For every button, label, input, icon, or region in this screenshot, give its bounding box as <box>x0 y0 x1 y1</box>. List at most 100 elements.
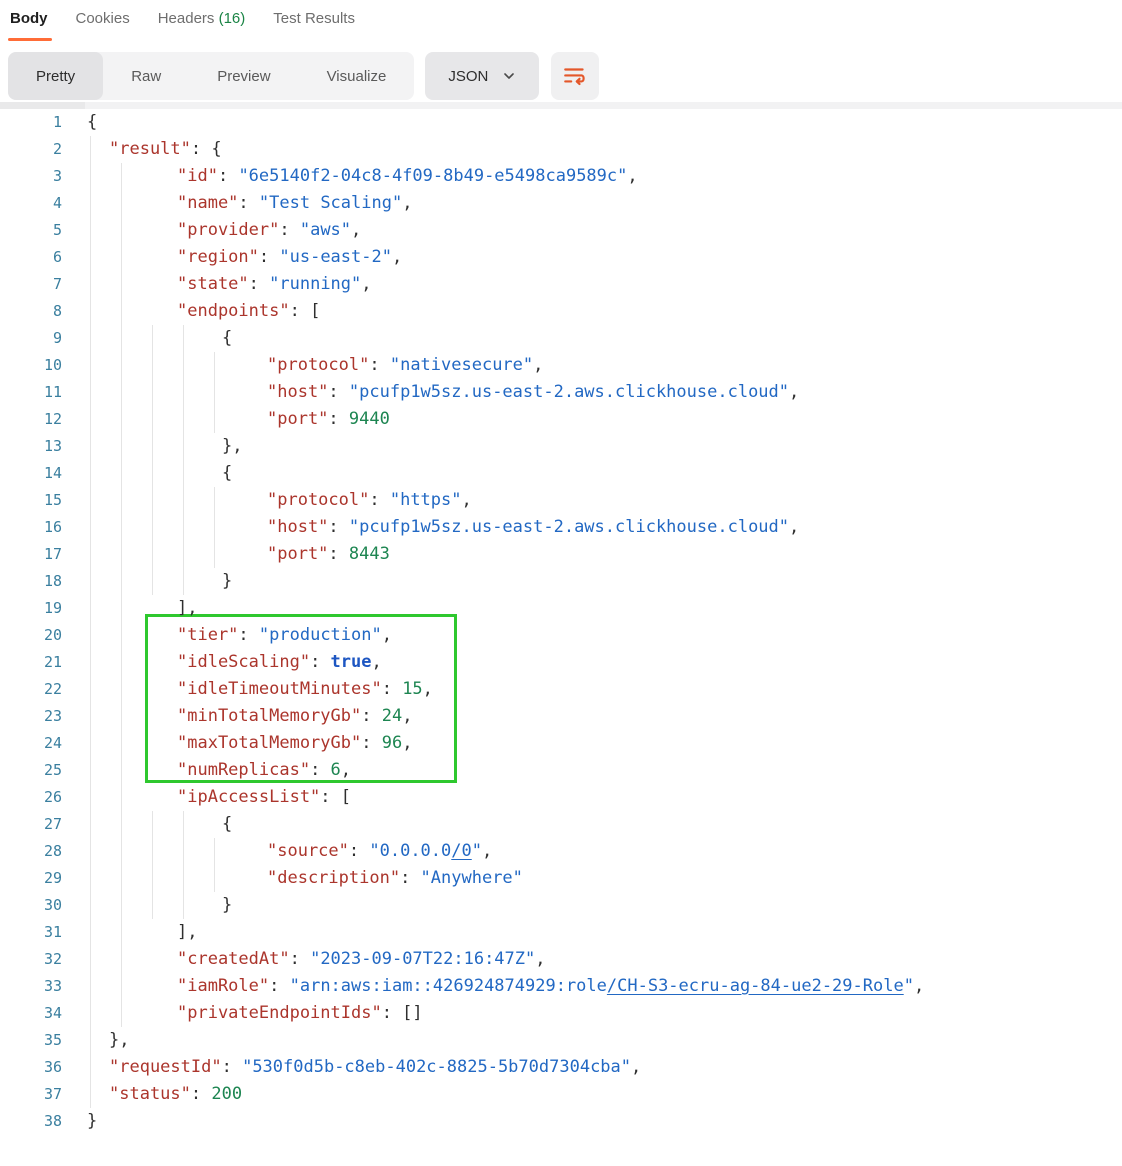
indent-guide <box>183 892 184 919</box>
code-line: 17"port": 8443 <box>0 541 1122 568</box>
tab-test-results[interactable]: Test Results <box>273 8 355 27</box>
code-line: 25"numReplicas": 6, <box>0 757 1122 784</box>
code-line: 6"region": "us-east-2", <box>0 244 1122 271</box>
code-line: 30} <box>0 892 1122 919</box>
line-number: 30 <box>0 892 62 919</box>
line-number: 29 <box>0 865 62 892</box>
line-number: 18 <box>0 568 62 595</box>
indent-guide <box>90 244 91 271</box>
indent-guide <box>121 757 122 784</box>
indent-guide <box>183 514 184 541</box>
indent-guide <box>152 541 153 568</box>
pretty-button[interactable]: Pretty <box>8 52 103 100</box>
raw-button[interactable]: Raw <box>103 52 189 100</box>
line-number: 37 <box>0 1081 62 1108</box>
indent-guide <box>90 190 91 217</box>
code-line: 36"requestId": "530f0d5b-c8eb-402c-8825-… <box>0 1054 1122 1081</box>
code-line: 11"host": "pcufp1w5sz.us-east-2.aws.clic… <box>0 379 1122 406</box>
code-line: 2"result": { <box>0 136 1122 163</box>
line-number: 38 <box>0 1108 62 1135</box>
line-number: 24 <box>0 730 62 757</box>
code-line: 37"status": 200 <box>0 1081 1122 1108</box>
line-number: 31 <box>0 919 62 946</box>
indent-guide <box>121 784 122 811</box>
indent-guide <box>90 487 91 514</box>
chevron-down-icon <box>502 69 516 83</box>
code-line: 19], <box>0 595 1122 622</box>
code-line: 20"tier": "production", <box>0 622 1122 649</box>
wrap-lines-button[interactable] <box>551 52 599 100</box>
indent-guide <box>152 352 153 379</box>
indent-guide <box>90 271 91 298</box>
tab-cookies[interactable]: Cookies <box>76 8 130 27</box>
code-line: 5"provider": "aws", <box>0 217 1122 244</box>
indent-guide <box>90 433 91 460</box>
body-view-toolbar: Pretty Raw Preview Visualize JSON <box>8 52 1122 100</box>
indent-guide <box>214 865 215 892</box>
indent-guide <box>183 541 184 568</box>
indent-guide <box>152 487 153 514</box>
tab-headers[interactable]: Headers (16) <box>158 8 246 27</box>
indent-guide <box>121 433 122 460</box>
indent-guide <box>152 379 153 406</box>
indent-guide <box>90 676 91 703</box>
code-line: 22"idleTimeoutMinutes": 15, <box>0 676 1122 703</box>
line-number: 1 <box>0 109 62 136</box>
line-number: 21 <box>0 649 62 676</box>
indent-guide <box>121 298 122 325</box>
indent-guide <box>90 622 91 649</box>
line-number: 14 <box>0 460 62 487</box>
language-select[interactable]: JSON <box>425 52 539 100</box>
code-line: 15"protocol": "https", <box>0 487 1122 514</box>
line-number: 22 <box>0 676 62 703</box>
indent-guide <box>90 919 91 946</box>
line-number: 15 <box>0 487 62 514</box>
line-number: 17 <box>0 541 62 568</box>
indent-guide <box>183 568 184 595</box>
tab-body[interactable]: Body <box>10 8 48 27</box>
indent-guide <box>90 298 91 325</box>
code-line: 35}, <box>0 1027 1122 1054</box>
line-number: 3 <box>0 163 62 190</box>
line-number: 8 <box>0 298 62 325</box>
indent-guide <box>90 325 91 352</box>
code-line: 33"iamRole": "arn:aws:iam::426924874929:… <box>0 973 1122 1000</box>
indent-guide <box>121 649 122 676</box>
indent-guide <box>90 946 91 973</box>
preview-button[interactable]: Preview <box>189 52 298 100</box>
indent-guide <box>90 784 91 811</box>
line-number: 35 <box>0 1027 62 1054</box>
indent-guide <box>121 271 122 298</box>
indent-guide <box>121 325 122 352</box>
code-line: 24"maxTotalMemoryGb": 96, <box>0 730 1122 757</box>
language-select-value: JSON <box>448 68 488 85</box>
indent-guide <box>90 217 91 244</box>
indent-guide <box>121 946 122 973</box>
code-line: 32"createdAt": "2023-09-07T22:16:47Z", <box>0 946 1122 973</box>
code-line: 29"description": "Anywhere" <box>0 865 1122 892</box>
indent-guide <box>90 1054 91 1081</box>
indent-guide <box>152 406 153 433</box>
indent-guide <box>90 892 91 919</box>
indent-guide <box>152 838 153 865</box>
code-area[interactable]: 1{2"result": {3"id": "6e5140f2-04c8-4f09… <box>0 109 1122 1135</box>
indent-guide <box>121 703 122 730</box>
indent-guide <box>214 352 215 379</box>
indent-guide <box>121 244 122 271</box>
indent-guide <box>90 811 91 838</box>
indent-guide <box>183 325 184 352</box>
indent-guide <box>121 514 122 541</box>
line-number: 7 <box>0 271 62 298</box>
line-number: 27 <box>0 811 62 838</box>
line-number: 23 <box>0 703 62 730</box>
line-number: 2 <box>0 136 62 163</box>
indent-guide <box>183 838 184 865</box>
indent-guide <box>152 865 153 892</box>
code-line: 10"protocol": "nativesecure", <box>0 352 1122 379</box>
indent-guide <box>90 595 91 622</box>
visualize-button[interactable]: Visualize <box>299 52 415 100</box>
indent-guide <box>121 568 122 595</box>
indent-guide <box>121 1000 122 1027</box>
line-number: 12 <box>0 406 62 433</box>
line-number: 26 <box>0 784 62 811</box>
